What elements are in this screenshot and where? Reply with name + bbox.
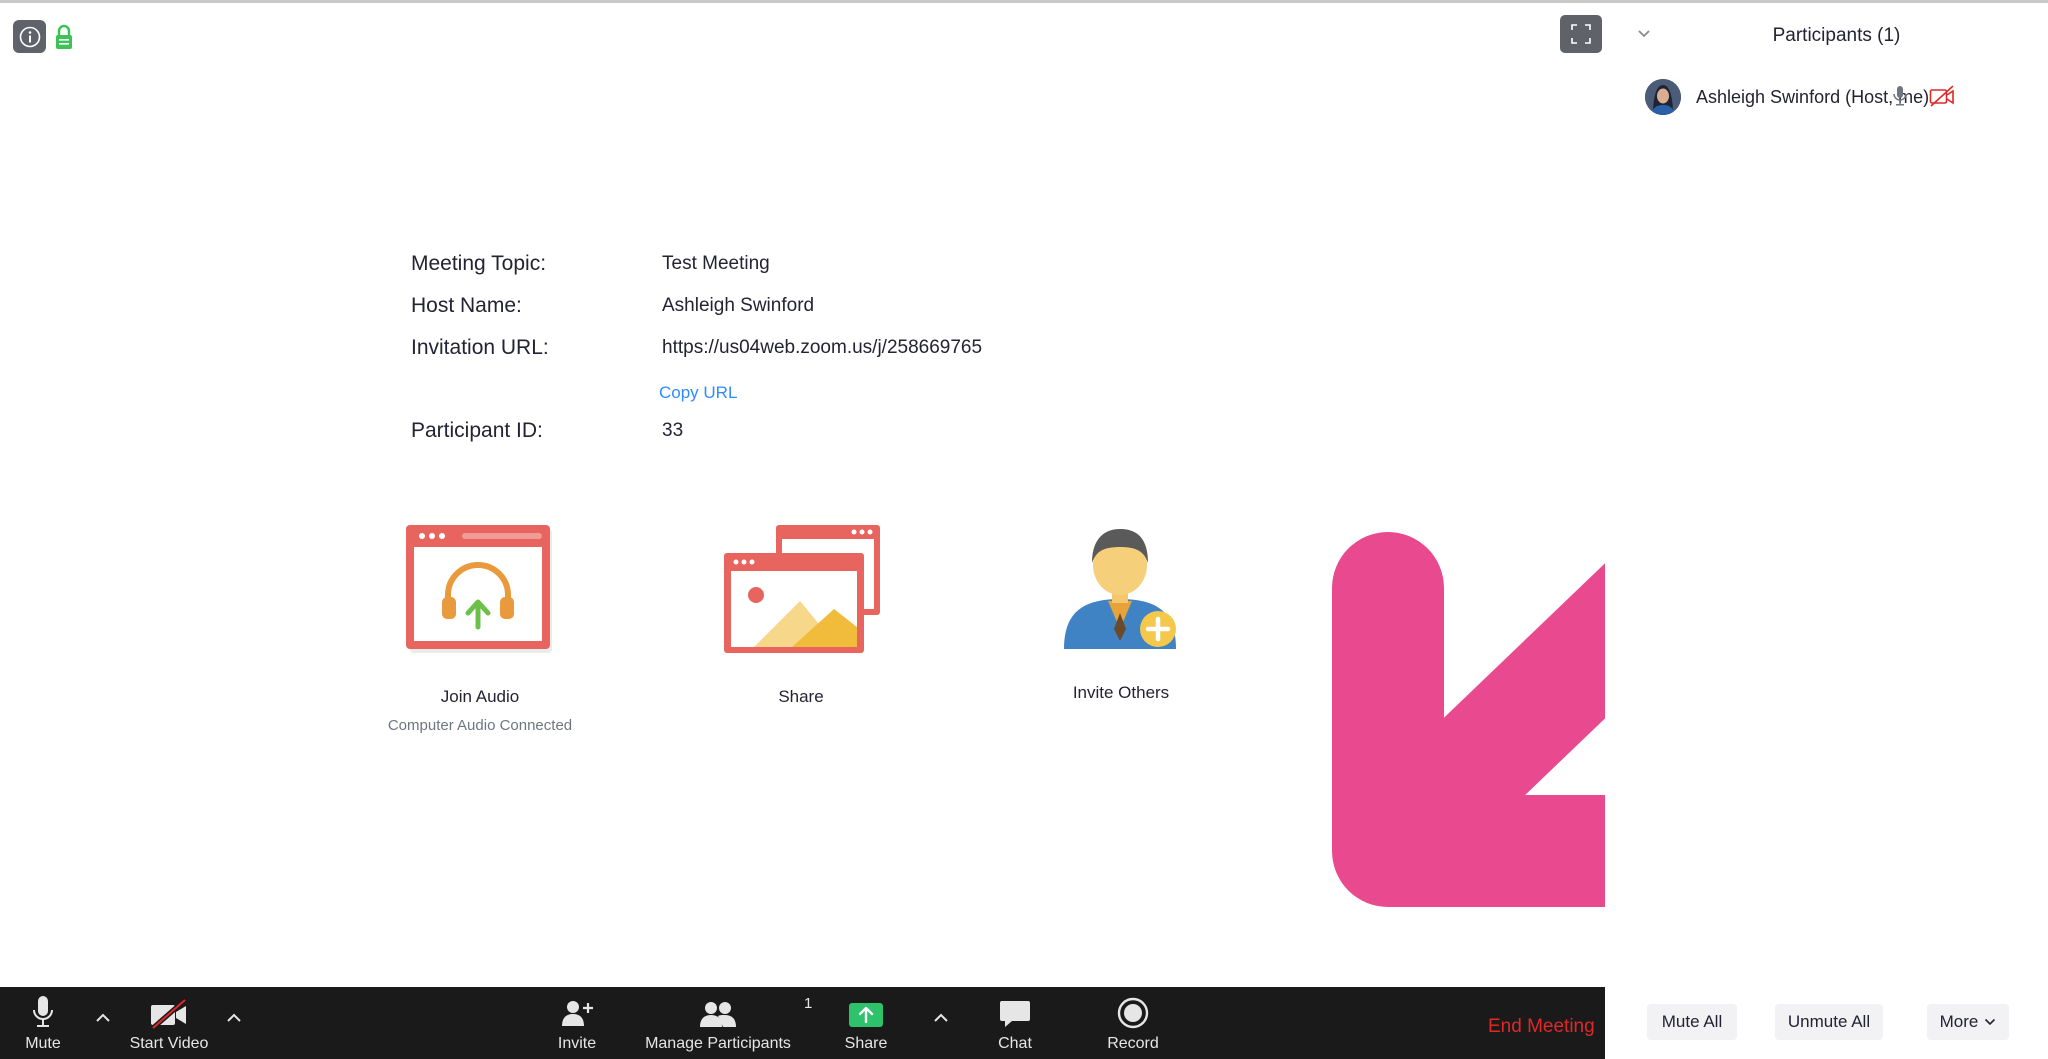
host-name-label: Host Name: [411,294,522,317]
chevron-up-icon [227,1013,241,1022]
share-screen-toolbar-icon [849,1003,883,1027]
info-icon [19,26,40,47]
microphone-icon[interactable] [1893,85,1907,107]
video-off-icon [151,999,187,1029]
add-person-icon [562,1001,593,1026]
share-screen-icon [724,525,880,653]
record-button[interactable]: Record [1097,987,1169,1059]
participants-panel-title: Participants (1) [1772,25,1901,46]
mute-label: Mute [25,1035,61,1052]
avatar [1645,79,1681,115]
unmute-all-button[interactable]: Unmute All [1775,1004,1883,1040]
participant-id-value: 33 [662,420,684,441]
video-off-icon[interactable] [1929,85,1955,107]
more-button[interactable]: More [1927,1004,2009,1040]
encryption-lock-icon[interactable] [54,24,74,50]
audio-options-caret[interactable] [92,1007,114,1029]
meeting-topic-value: Test Meeting [662,253,770,274]
invite-others-label: Invite Others [1072,683,1170,702]
meeting-info-button[interactable] [13,20,46,53]
manage-participants-button[interactable]: 1 Manage Participants [636,987,812,1059]
end-meeting-button[interactable]: End Meeting [1488,1016,1595,1038]
fullscreen-icon [1571,24,1591,44]
start-video-label: Start Video [129,1035,209,1052]
chat-button[interactable]: Chat [985,987,1045,1059]
manage-participants-label: Manage Participants [645,1035,791,1052]
chevron-down-icon [1985,1018,1996,1026]
share-toolbar-label: Share [844,1035,888,1052]
share-options-caret[interactable] [930,1007,952,1029]
copy-url-link[interactable]: Copy URL [659,383,737,403]
join-audio-button[interactable]: Join Audio Computer Audio Connected [360,521,600,734]
participant-row[interactable]: Ashleigh Swinford (Host, me) [1645,77,2035,117]
share-screen-button[interactable]: Share [681,521,921,707]
more-label: More [1939,1012,1979,1031]
mute-all-button[interactable]: Mute All [1647,1004,1737,1040]
join-audio-status: Computer Audio Connected [387,717,573,734]
microphone-icon [33,996,53,1027]
meeting-topic-label: Meeting Topic: [411,252,547,275]
share-label: Share [778,687,824,706]
host-name-value: Ashleigh Swinford [662,295,815,316]
record-label: Record [1107,1035,1159,1052]
invite-label: Invite [557,1035,597,1052]
participants-panel-footer: Mute All Unmute All More [1605,987,2048,1059]
meeting-stage: Meeting Topic: Test Meeting Host Name: A… [0,3,1710,987]
participant-count-badge: 1 [804,995,813,1012]
chat-label: Chat [998,1035,1032,1052]
share-screen-toolbar-button[interactable]: Share [836,987,896,1059]
invite-others-button[interactable]: Invite Others [1001,517,1241,703]
chevron-up-icon [934,1013,948,1022]
participant-id-label: Participant ID: [411,419,543,442]
fullscreen-button[interactable] [1560,15,1602,53]
chat-icon [1000,1001,1030,1027]
invite-button[interactable]: Invite [547,987,607,1059]
participants-panel: Participants (1) Ashleigh Swinford (Host… [1605,3,2048,1059]
record-icon [1117,997,1149,1029]
join-audio-label: Join Audio [440,687,520,706]
invitation-url-value[interactable]: https://us04web.zoom.us/j/258669765 [662,337,982,359]
chevron-up-icon [96,1013,110,1022]
start-video-button[interactable]: Start Video [117,987,221,1059]
headphones-upload-icon [406,525,552,653]
mute-button[interactable]: Mute [10,987,76,1059]
invitation-url-label: Invitation URL: [411,336,549,359]
participants-icon [700,1002,736,1027]
invite-person-icon [1064,529,1176,649]
meeting-status-icons [13,20,74,53]
meeting-toolbar: Mute Start Video Invite 1 Manage Partici… [0,987,1605,1059]
video-options-caret[interactable] [223,1007,245,1029]
